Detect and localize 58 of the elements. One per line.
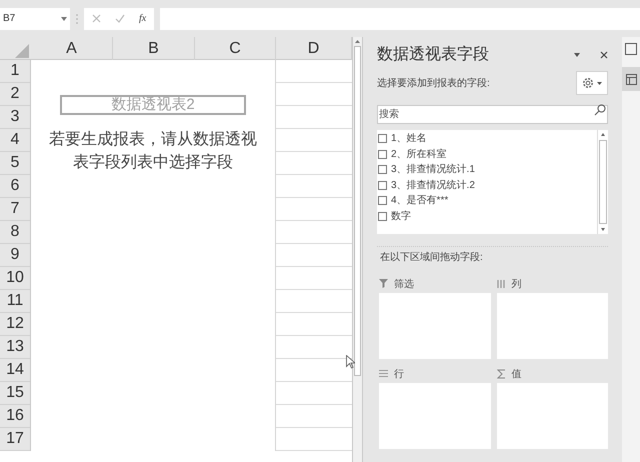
row-header[interactable]: 11 xyxy=(0,290,30,313)
dropdown-icon[interactable] xyxy=(574,53,580,57)
row-header[interactable]: 5 xyxy=(0,152,30,175)
dropdown-icon xyxy=(61,16,67,20)
row-header[interactable]: 16 xyxy=(0,405,30,428)
row-header[interactable]: 9 xyxy=(0,244,30,267)
columns-icon xyxy=(496,279,506,289)
checkbox[interactable] xyxy=(378,196,387,206)
checkbox[interactable] xyxy=(378,134,387,144)
panel-icon[interactable] xyxy=(625,43,637,55)
field-label[interactable]: 1、姓名 xyxy=(391,131,427,146)
row-header[interactable]: 4 xyxy=(0,129,30,152)
cell-reference: B7 xyxy=(3,12,16,26)
field-label[interactable]: 4、是否有*** xyxy=(391,193,448,208)
row-header[interactable]: 15 xyxy=(0,382,30,405)
panel-title: 数据透视表字段 xyxy=(377,44,489,65)
field-label[interactable]: 3、排查情况统计.1 xyxy=(391,162,475,178)
row-header[interactable]: 8 xyxy=(0,221,30,244)
area-label: 列 xyxy=(512,278,522,292)
checkbox[interactable] xyxy=(378,212,387,221)
row-header[interactable]: 3 xyxy=(0,106,30,129)
area-label: 行 xyxy=(394,368,404,382)
insert-function-button[interactable]: fx xyxy=(139,11,146,26)
field-label[interactable]: 数字 xyxy=(391,208,411,224)
row-header[interactable]: 7 xyxy=(0,198,30,221)
drag-instruction: 在以下区域间拖动字段: xyxy=(380,250,484,265)
row-header[interactable]: 13 xyxy=(0,336,30,359)
row-header[interactable]: 10 xyxy=(0,267,30,290)
row-header[interactable]: 14 xyxy=(0,359,30,382)
check-icon[interactable] xyxy=(115,14,125,23)
checkbox[interactable] xyxy=(378,150,387,159)
filter-icon xyxy=(379,279,388,289)
search-icon xyxy=(594,104,606,116)
row-header[interactable]: 17 xyxy=(0,428,30,451)
settings-button[interactable] xyxy=(576,71,608,95)
row-header[interactable]: 1 xyxy=(0,60,30,83)
checkbox[interactable] xyxy=(378,180,387,190)
row-header[interactable]: 12 xyxy=(0,313,30,336)
name-box[interactable]: B7 xyxy=(0,8,70,30)
dropdown-icon xyxy=(597,82,602,84)
sigma-icon xyxy=(496,369,506,379)
list-scrollbar[interactable] xyxy=(597,130,608,234)
field-label[interactable]: 3、排查情况统计.2 xyxy=(391,178,475,193)
settings-icon xyxy=(582,77,594,89)
field-label[interactable]: 2、所在科室 xyxy=(391,146,447,162)
panel-subtitle: 选择要添加到报表的字段: xyxy=(377,76,490,90)
search-field[interactable]: 搜索 xyxy=(377,105,608,124)
rows-icon xyxy=(379,369,388,379)
pivot-table-title: 数据透视表2 xyxy=(60,95,246,115)
close-icon[interactable] xyxy=(600,51,608,59)
table-icon xyxy=(626,74,636,84)
checkbox[interactable] xyxy=(378,165,387,174)
row-header[interactable]: 6 xyxy=(0,175,30,198)
area-label: 筛选 xyxy=(394,278,414,292)
area-label: 值 xyxy=(512,368,522,382)
pivot-instruction-text: 若要生成报表，请从数据透视表字段列表中选择字段 xyxy=(48,130,258,173)
row-header[interactable]: 2 xyxy=(0,83,30,106)
field-list-tab[interactable] xyxy=(622,67,640,91)
